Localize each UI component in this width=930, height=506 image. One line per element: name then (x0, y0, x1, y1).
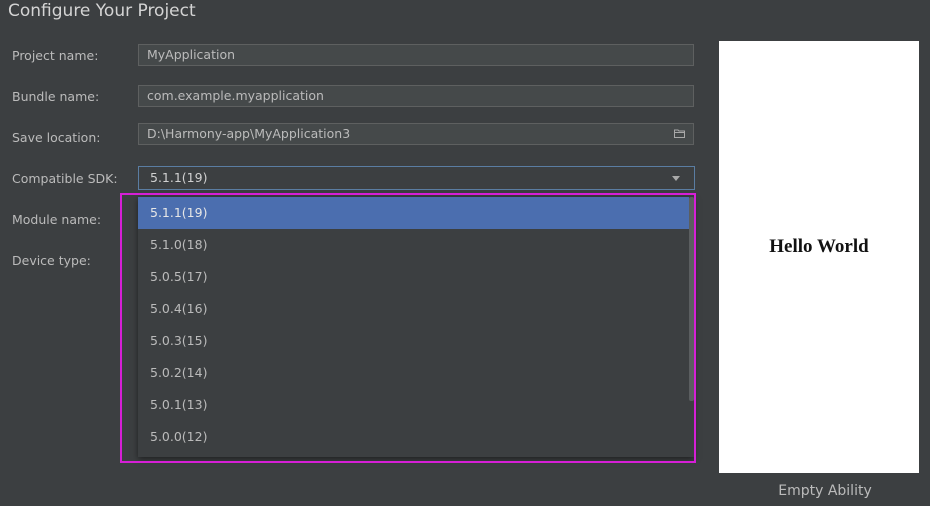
project-name-value: MyApplication (147, 47, 236, 62)
save-location-field[interactable]: D:\Harmony-app\MyApplication3 (138, 123, 694, 145)
sdk-option[interactable]: 5.1.1(19) (138, 197, 690, 229)
compatible-sdk-label: Compatible SDK: (12, 171, 118, 186)
device-type-label: Device type: (12, 253, 91, 268)
sdk-option[interactable]: 5.0.0(12) (138, 421, 690, 453)
preview-hello-text: Hello World (769, 236, 869, 257)
compatible-sdk-value: 5.1.1(19) (150, 170, 208, 185)
sdk-dropdown-list[interactable]: 5.1.1(19) 5.1.0(18) 5.0.5(17) 5.0.4(16) … (138, 197, 694, 457)
sdk-option[interactable]: 5.0.1(13) (138, 389, 690, 421)
sdk-option[interactable]: 5.0.3(15) (138, 325, 690, 357)
project-name-label: Project name: (12, 48, 99, 63)
project-name-field[interactable]: MyApplication (138, 44, 694, 66)
folder-icon[interactable] (674, 129, 685, 138)
sdk-option[interactable]: 5.0.2(14) (138, 357, 690, 389)
dropdown-scrollbar-thumb[interactable] (689, 197, 694, 401)
template-name-label: Empty Ability (778, 483, 872, 499)
template-preview: Hello World (719, 41, 919, 473)
sdk-option[interactable]: 5.0.4(16) (138, 293, 690, 325)
compatible-sdk-combobox[interactable]: 5.1.1(19) (138, 166, 695, 190)
chevron-down-icon[interactable] (672, 176, 680, 181)
sdk-option[interactable]: 5.0.5(17) (138, 261, 690, 293)
module-name-label: Module name: (12, 212, 102, 227)
configure-project-page: Configure Your Project Project name: MyA… (0, 0, 930, 506)
save-location-value: D:\Harmony-app\MyApplication3 (147, 126, 351, 141)
bundle-name-value: com.example.myapplication (147, 88, 324, 103)
bundle-name-label: Bundle name: (12, 89, 100, 104)
page-title: Configure Your Project (8, 1, 196, 21)
save-location-label: Save location: (12, 130, 101, 145)
sdk-option[interactable]: 5.1.0(18) (138, 229, 690, 261)
dropdown-scrollbar-track[interactable] (689, 197, 694, 457)
bundle-name-field[interactable]: com.example.myapplication (138, 85, 694, 107)
